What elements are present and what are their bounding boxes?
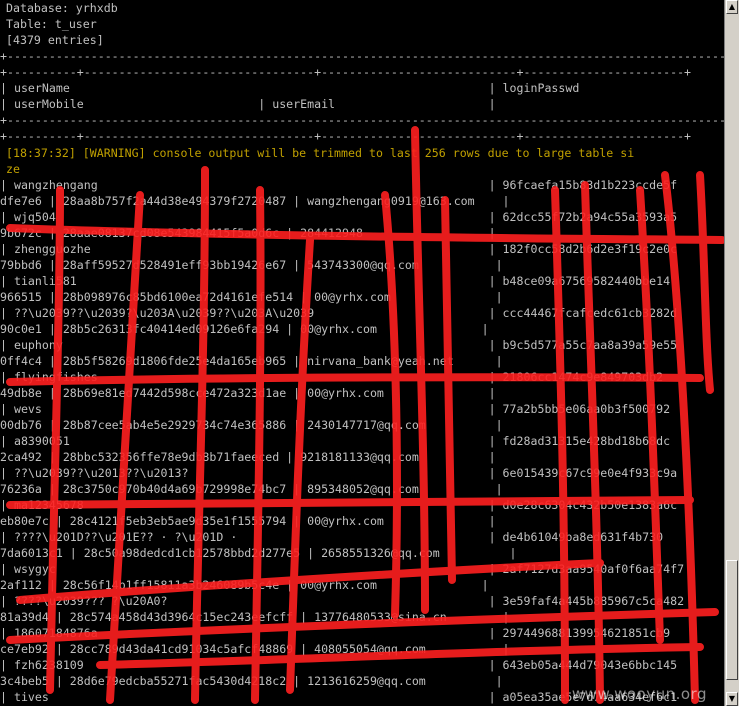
table-row-line-a: | euphony | b9c5d577a55c7aa8a39a59e55 (0, 338, 678, 352)
database-line: Database: yrhxdb (6, 1, 118, 15)
scroll-down-arrow-icon[interactable]: ▼ (726, 692, 738, 706)
table-row-line-a: | flyingfishes | 21806cc1474c9e849703db2 (0, 370, 664, 384)
table-row-line-a: | zhengguozhe | 182f0cc58d2b6d2e3f19c2e0… (0, 242, 678, 256)
table-line: Table: t_user (6, 17, 97, 31)
console-window: Database: yrhxdb Table: t_user [4379 ent… (0, 0, 725, 706)
table-header-row-1: | userName | loginPasswd (0, 81, 580, 95)
table-border-top: +---------------------------------------… (0, 49, 725, 63)
table-row-line-a: | wangzhengang | 96fcaefa15b83d1b223ccde… (0, 178, 678, 192)
table-row-line-a: | tianli581 | b48ce09a67569582440bbe14 (0, 274, 671, 288)
table-row-line-b: eb80e7c | 28c4121f5eb3eb5ae9d35e1f155579… (0, 514, 496, 528)
table-row-line-a: | a8390051 | fd28ad31315e428bd18b68dc (0, 434, 671, 448)
table-row-line-b: 966515 | 28b098976c85bd6100ea72d4161efe5… (0, 290, 503, 304)
table-row-line-b: 0ff4c4 | 28b5f58269d1806fde25e4da165eb96… (0, 354, 503, 368)
table-row-line-b: 79bbd6 | 28aff59527d528491eff93bb19426e6… (0, 258, 503, 272)
scroll-thumb[interactable] (726, 560, 738, 680)
table-row-line-b: 81a39d4 | 28c574a458d43d3964c15ec243eefc… (0, 610, 510, 624)
table-border-bottom: +---------------------------------------… (0, 113, 725, 127)
table-row-line-a: | wevs | 77a2b5bb5e06aa0b3f500792 (0, 402, 671, 416)
table-row-line-a: | 18607184876a | 297449688139954621851cb… (0, 626, 671, 640)
table-row-line-b: 2af112 | 28c56f14b1ff15811a3b246089b5c4e… (0, 578, 489, 592)
table-row-line-b: ce7eb92 | 28cc789d43da41cd91034c5afcf488… (0, 642, 510, 656)
table-row-line-b: 00db76 | 28b87cee5ab4e5e2929734c74e36588… (0, 418, 503, 432)
table-row-line-a: | ??\u2039??\u2013??\u2013? | 6e015439c6… (0, 466, 678, 480)
table-row-line-b: 7da6013c1 | 28c50a98dedcd1cb12578bbd2d27… (0, 546, 517, 560)
table-row-line-b: 90c0e1 | 28b5c26313fc40414ed09126e6fa294… (0, 322, 489, 336)
table-row-line-a: | ma12345678 | d0e28c6304c432b50e1383a6c (0, 498, 678, 512)
table-row-line-a: | wsygyc | 2af7127d3aa9540af0f6aa74f7 (0, 562, 685, 576)
entries-count: [4379 entries] (6, 33, 104, 47)
table-row-line-a: | ????\u201D??\u201E?? · ?\u201D · | de4… (0, 530, 664, 544)
table-row-line-b: 49db8e | 28b69e81ed7442d598cce472a323d1a… (0, 386, 496, 400)
warning-line-2: ze (6, 162, 20, 176)
table-border-cols-2: +----------+----------------------------… (0, 129, 692, 143)
table-row-line-b: 3c4beb5 | 28d6e79edcba55271fac5430d4218c… (0, 674, 503, 688)
wooyun-watermark: www.wooyun.org (571, 685, 707, 703)
table-row-line-a: | wjq504 | 62dcc55f72b2a94c55a3593a5 (0, 210, 678, 224)
table-row-line-a: | ????\u2039??? ?\u20A0? | 3e59faf4a445b… (0, 594, 685, 608)
vertical-scrollbar[interactable]: ▲ ▼ (724, 0, 739, 706)
warning-line-1: [18:37:32] [WARNING] console output will… (6, 146, 635, 160)
table-row-line-a: | fzh6238109 | 643eb05a444d79043e6bbc145 (0, 658, 678, 672)
table-row-line-b: 2ca492 | 28bbc532356ffe78e9db8b71faeeced… (0, 450, 496, 464)
table-border-cols: +----------+----------------------------… (0, 65, 692, 79)
table-row-line-b: 9b672c | 28aae08137cd08e543984415f5a0d6c… (0, 226, 496, 240)
scroll-up-arrow-icon[interactable]: ▲ (726, 0, 738, 14)
table-header-row-2: | userMobile | userEmail | (0, 97, 496, 111)
table-row-line-a: | ??\u2039??\u2039?\u203A\u2039??\u203A\… (0, 306, 678, 320)
table-row-line-b: 76236a | 28c3750c970b40d4a69b729998e74bc… (0, 482, 503, 496)
table-row-line-b: dfe7e6 | 28aa8b757f2a44d38e494379f272048… (0, 194, 510, 208)
